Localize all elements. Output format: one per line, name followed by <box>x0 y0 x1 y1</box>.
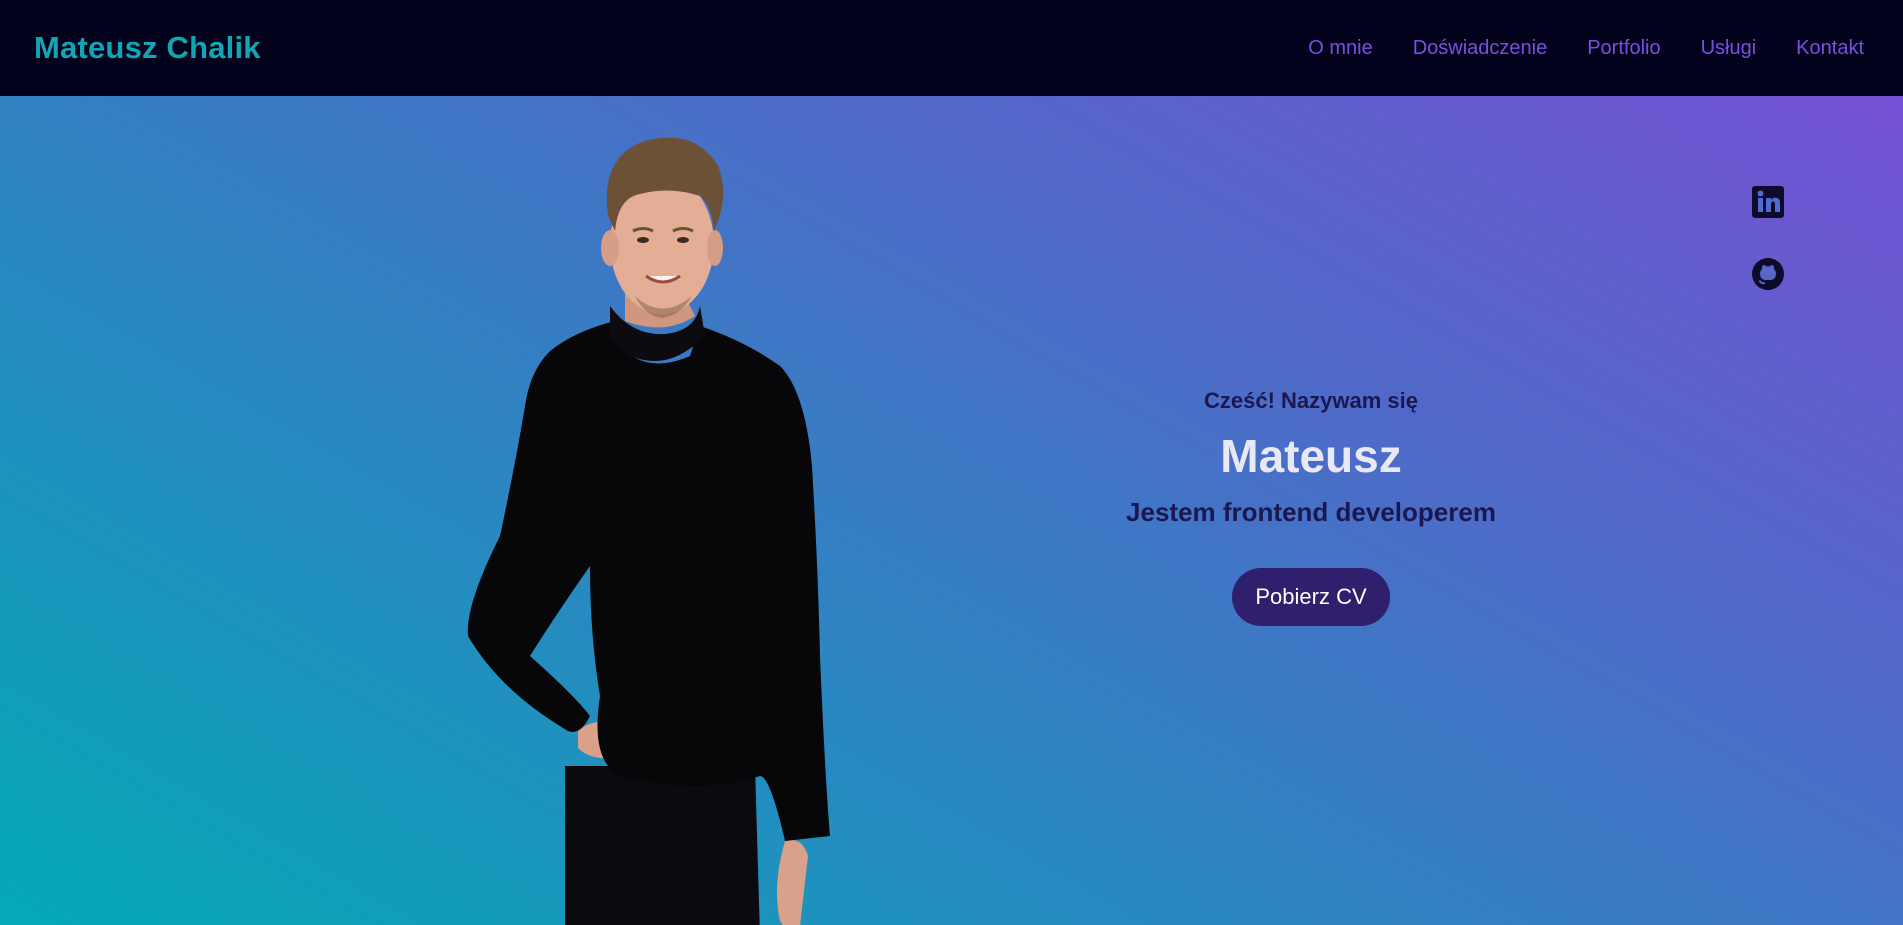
linkedin-icon <box>1752 186 1784 218</box>
nav-link-kontakt[interactable]: Kontakt <box>1796 37 1864 60</box>
nav-link-portfolio[interactable]: Portfolio <box>1587 37 1660 60</box>
hero-section: Cześć! Nazywam się Mateusz Jestem fronte… <box>0 96 1903 925</box>
greeting-text: Cześć! Nazywam się <box>1204 388 1418 413</box>
nav-link-uslugi[interactable]: Usługi <box>1701 37 1757 60</box>
site-logo[interactable]: Mateusz Chalik <box>34 30 261 66</box>
github-icon <box>1752 258 1784 290</box>
hero-intro: Cześć! Nazywam się Mateusz Jestem fronte… <box>1061 388 1561 626</box>
download-cv-button[interactable]: Pobierz CV <box>1232 568 1390 626</box>
main-nav: O mnie Doświadczenie Portfolio Usługi Ko… <box>1268 37 1864 60</box>
social-links <box>1750 184 1786 328</box>
hero-name: Mateusz <box>1220 430 1402 482</box>
profile-photo <box>467 137 830 925</box>
role-text: Jestem frontend developerem <box>1126 497 1496 527</box>
top-navbar: Mateusz Chalik O mnie Doświadczenie Port… <box>0 0 1903 96</box>
nav-link-doswiadczenie[interactable]: Doświadczenie <box>1413 37 1548 60</box>
nav-link-o-mnie[interactable]: O mnie <box>1308 37 1372 60</box>
linkedin-link[interactable] <box>1750 184 1786 220</box>
github-link[interactable] <box>1750 256 1786 292</box>
